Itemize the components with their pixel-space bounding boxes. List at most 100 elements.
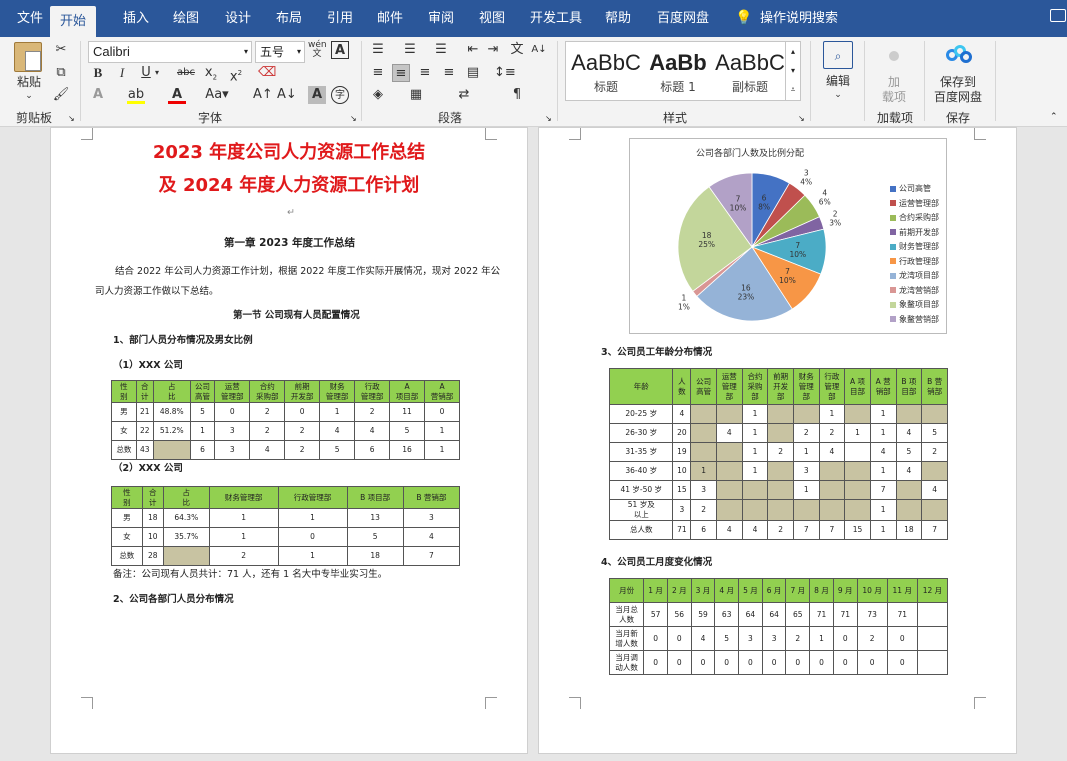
- sort-icon[interactable]: A↓: [530, 41, 548, 59]
- style-name: 副标题: [731, 80, 768, 94]
- menu-tab-1[interactable]: 开始: [50, 6, 97, 37]
- styles-gallery[interactable]: AaBbC 标题 AaBb 标题 1 AaBbC 副标题: [565, 41, 801, 101]
- justify-icon[interactable]: ≡: [440, 64, 458, 82]
- clear-format-icon[interactable]: ⌫: [258, 64, 276, 82]
- font-name-select[interactable]: Calibri ▾: [88, 41, 252, 63]
- menu-tab-7[interactable]: 邮件: [377, 0, 403, 37]
- grow-font-icon[interactable]: A↑: [253, 86, 273, 104]
- table-cell: 4: [319, 421, 356, 441]
- table-cell: [152, 440, 191, 460]
- menu-tab-9[interactable]: 视图: [479, 0, 505, 37]
- menu-tab-10[interactable]: 开发工具: [530, 0, 582, 37]
- font-size-select[interactable]: 五号 ▾: [255, 41, 305, 63]
- header-cell: 6 月: [761, 578, 787, 603]
- pie-data-label: 8%: [758, 203, 770, 212]
- strikethrough-icon[interactable]: abc: [175, 64, 197, 82]
- chinese-layout-icon[interactable]: 文: [508, 41, 526, 59]
- table-cell: 男: [111, 508, 143, 528]
- bullets-icon[interactable]: ☰: [369, 41, 387, 59]
- decrease-indent-icon[interactable]: ⇤: [464, 41, 482, 59]
- menu-tab-0[interactable]: 文件: [17, 0, 43, 37]
- menu-tab-2[interactable]: 插入: [123, 0, 149, 37]
- table-cell: 64: [761, 602, 787, 627]
- char-border-icon[interactable]: A: [331, 41, 349, 59]
- legend-item-5: 行政管理部: [890, 256, 939, 267]
- styles-launcher-icon[interactable]: ↘: [798, 114, 805, 123]
- baidu-cloud-icon[interactable]: [946, 45, 972, 65]
- edit-dropdown-icon[interactable]: ⌄: [830, 87, 846, 103]
- phonetic-guide-icon[interactable]: wén 文: [308, 41, 327, 59]
- copy-icon[interactable]: ⧉: [52, 64, 70, 82]
- format-painter-icon[interactable]: 🖌: [52, 86, 70, 104]
- menu-tab-11[interactable]: 帮助: [605, 0, 631, 37]
- style-item-2[interactable]: AaBbC 副标题: [714, 42, 786, 100]
- line-spacing-icon[interactable]: ↕≡: [494, 64, 516, 82]
- shading-icon[interactable]: ◈: [369, 86, 387, 104]
- legend-item-0: 公司高管: [890, 183, 931, 194]
- enclose-char-icon[interactable]: 字: [331, 86, 349, 104]
- style-item-1[interactable]: AaBb 标题 1: [642, 42, 714, 100]
- subheading-3: 3、公司员工年龄分布情况: [601, 347, 713, 358]
- paragraph-launcher-icon[interactable]: ↘: [545, 114, 552, 123]
- styles-scroll[interactable]: ▴ ▾ ⩡: [785, 41, 801, 101]
- table-cell: 4: [354, 421, 391, 441]
- tell-me-search[interactable]: 操作说明搜索: [760, 0, 838, 37]
- find-icon[interactable]: ⌕: [823, 41, 853, 69]
- header-cell: 公司 高管: [189, 380, 216, 403]
- clipboard-launcher-icon[interactable]: ↘: [68, 114, 75, 123]
- table-header-row: 性别合计占比公司 高管 运营 管理部 合约 采购部 前期 开发部 财务 管理部 行政 管理部 A 项目部 A…: [111, 380, 460, 403]
- header-cell: 8 月: [809, 578, 834, 603]
- text-effects-icon[interactable]: A: [89, 86, 107, 104]
- section-heading: 第一节 公司现有人员配置情况: [233, 310, 360, 321]
- align-center-icon[interactable]: ≡: [392, 64, 410, 82]
- borders-icon[interactable]: ▦: [407, 86, 425, 104]
- table-cell: 1: [869, 461, 897, 481]
- show-marks-icon[interactable]: ¶: [508, 86, 526, 104]
- superscript-icon[interactable]: x2: [227, 64, 245, 84]
- style-item-0[interactable]: AaBbC 标题: [570, 42, 642, 100]
- table-cell: 0: [284, 402, 321, 422]
- char-shading-icon[interactable]: A: [308, 86, 326, 104]
- menu-tab-4[interactable]: 设计: [225, 0, 251, 37]
- highlight-icon[interactable]: ab: [127, 86, 145, 104]
- bold-icon[interactable]: B: [89, 64, 107, 82]
- table-cell: 4: [672, 404, 692, 424]
- table-cell: [921, 499, 948, 521]
- table-cell: 1: [277, 546, 348, 566]
- align-right-icon[interactable]: ≡: [416, 64, 434, 82]
- numbering-icon[interactable]: ☰: [401, 41, 419, 59]
- table-row: 当月调 动人数 0 0 0 0 0 0 0 0 0 0 0: [608, 650, 949, 675]
- collapse-ribbon-icon[interactable]: ⌃: [1050, 112, 1058, 122]
- font-launcher-icon[interactable]: ↘: [350, 114, 357, 123]
- align-left-icon[interactable]: ≡: [369, 64, 387, 82]
- table-cell: 20: [672, 423, 692, 443]
- font-color-icon[interactable]: A: [168, 86, 186, 104]
- underline-dropdown-icon[interactable]: ▾: [152, 64, 162, 82]
- pie-chart[interactable]: 公司各部门人数及比例分配 6 8% 3 4% 4 6% 2 3% 7 10% 7 10% 16 23% 1 1…: [629, 138, 947, 334]
- menu-tab-8[interactable]: 审阅: [428, 0, 454, 37]
- multilevel-list-icon[interactable]: ☰: [432, 41, 450, 59]
- menu-tab-3[interactable]: 绘图: [173, 0, 199, 37]
- menu-tab-5[interactable]: 布局: [276, 0, 302, 37]
- pie-data-label: 4: [822, 189, 827, 198]
- increase-indent-icon[interactable]: ⇥: [484, 41, 502, 59]
- shrink-font-icon[interactable]: A↓: [277, 86, 297, 104]
- table-cell: [792, 404, 820, 424]
- paste-dropdown-icon[interactable]: ⌄: [22, 88, 36, 104]
- distributed-icon[interactable]: ▤: [464, 64, 482, 82]
- comment-icon[interactable]: [1050, 9, 1066, 22]
- subscript-icon[interactable]: x2: [202, 64, 220, 82]
- menu-tab-6[interactable]: 引用: [327, 0, 353, 37]
- paste-icon[interactable]: [14, 42, 42, 72]
- change-case-icon[interactable]: Aa▾: [205, 86, 229, 104]
- table-cell: 19: [672, 442, 692, 462]
- doc-title-line1: 2023 年度公司人力资源工作总结: [152, 142, 426, 163]
- cut-icon[interactable]: ✂: [52, 41, 70, 59]
- italic-icon[interactable]: I: [113, 64, 131, 82]
- text-direction-icon[interactable]: ⇄: [455, 86, 473, 104]
- save-baidu-line2[interactable]: 百度网盘: [928, 89, 988, 105]
- table-cell: 女: [111, 421, 137, 441]
- table-row: 男 21 48.8% 5 0 2 0 1 2 11 0: [111, 402, 460, 422]
- menu-tab-12[interactable]: 百度网盘: [657, 0, 709, 37]
- save-baidu-line1[interactable]: 保存到: [928, 74, 988, 90]
